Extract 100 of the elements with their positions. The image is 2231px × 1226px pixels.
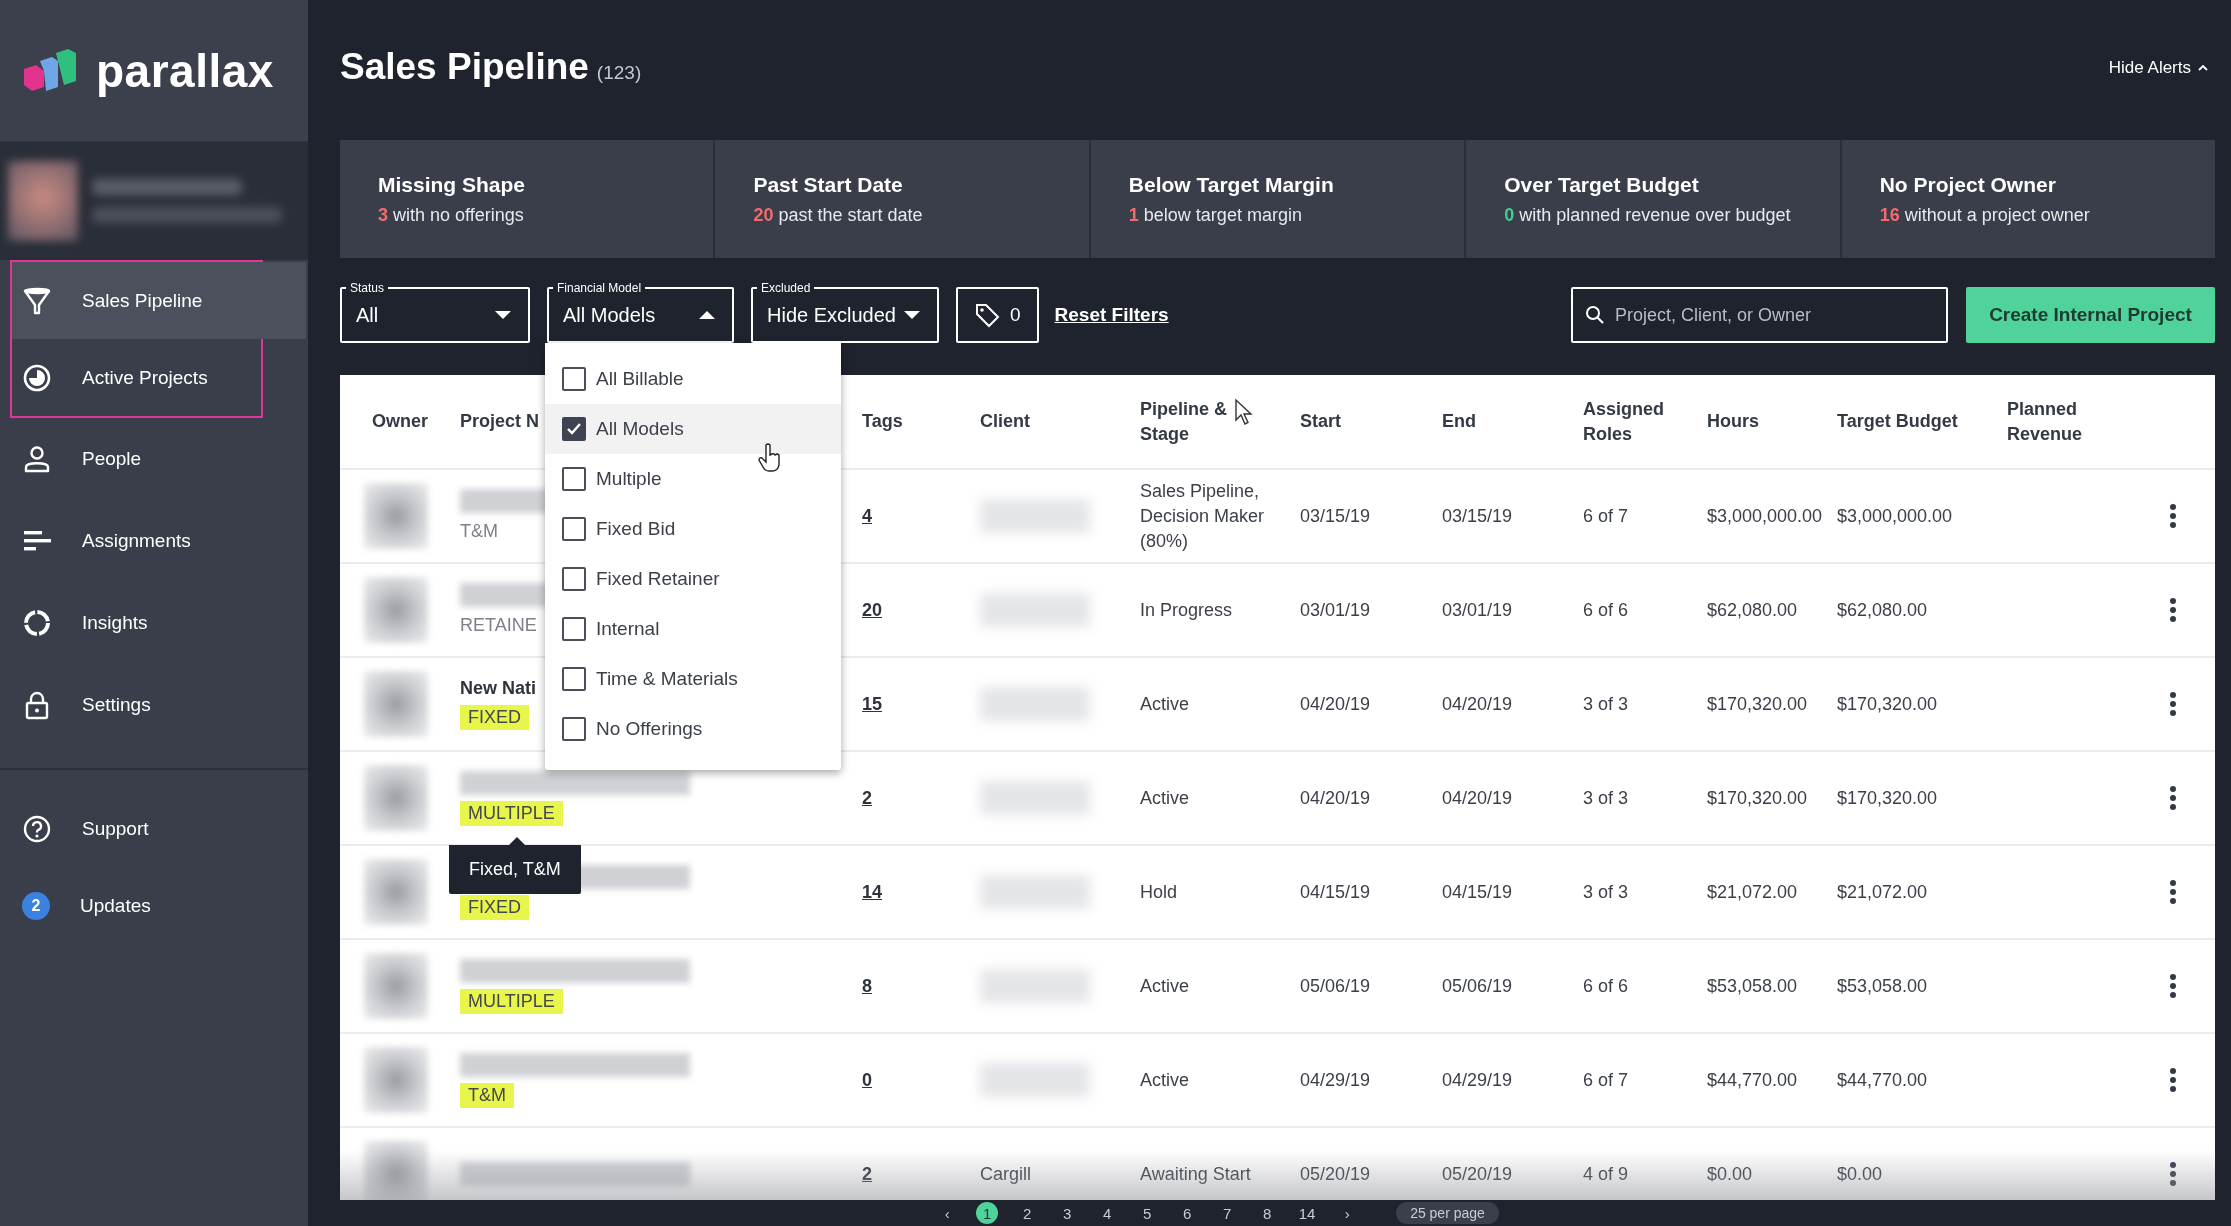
checkbox[interactable]	[562, 567, 586, 591]
table-cell-text: $21,072.00	[1837, 880, 1929, 904]
pie-chart-icon	[22, 362, 52, 393]
table-cell-text: $62,080.00	[1707, 598, 1799, 622]
filter-select[interactable]: Excluded Hide Excluded	[751, 281, 939, 343]
table-cell-text: 3 of 3	[1583, 880, 1630, 904]
menu-item[interactable]: Fixed Bid	[545, 504, 841, 554]
sidebar-item[interactable]: Insights	[0, 582, 308, 664]
create-project-button[interactable]: Create Internal Project	[1966, 287, 2215, 343]
tag-count-link[interactable]: 8	[862, 975, 872, 996]
tag-count-link[interactable]: 4	[862, 505, 872, 526]
checkbox[interactable]	[562, 467, 586, 491]
item-count: (123)	[596, 62, 642, 84]
page-button[interactable]: 7	[1216, 1202, 1239, 1224]
kebab-icon	[2169, 785, 2177, 811]
page-button[interactable]: 14	[1296, 1202, 1319, 1224]
table-cell-text: Active	[1140, 1068, 1191, 1092]
tag-count-link[interactable]: 14	[862, 881, 883, 902]
logo-text: parallax	[96, 43, 274, 98]
page-button[interactable]: 8	[1256, 1202, 1279, 1224]
kebab-icon	[2169, 503, 2177, 529]
column-header[interactable]: Target Budget	[1837, 409, 2007, 434]
sidebar-item[interactable]: Assignments	[0, 500, 308, 582]
kebab-icon	[2169, 879, 2177, 905]
search-field[interactable]: Project, Client, or Owner	[1571, 287, 1948, 343]
table-cell-text: 04/20/19	[1442, 692, 1514, 716]
model-tag: MULTIPLE	[460, 988, 563, 1014]
sidebar-item[interactable]: 2 Updates	[0, 867, 308, 944]
menu-item[interactable]: No Offerings	[545, 704, 841, 754]
menu-item[interactable]: Fixed Retainer	[545, 554, 841, 604]
column-header[interactable]: Tags	[862, 409, 980, 434]
page-button[interactable]: 2	[1016, 1202, 1039, 1224]
column-header[interactable]: Hours	[1707, 409, 1837, 434]
page-button[interactable]: 4	[1096, 1202, 1119, 1224]
reset-filters-link[interactable]: Reset Filters	[1054, 304, 1169, 326]
column-header[interactable]: End	[1442, 409, 1583, 434]
menu-item[interactable]: Internal	[545, 604, 841, 654]
alert-card[interactable]: No Project Owner 16 without a project owner	[1841, 140, 2216, 258]
sidebar-item[interactable]: Active Projects	[12, 339, 306, 416]
avatar	[364, 483, 428, 549]
next-page-button[interactable]: ›	[1336, 1202, 1359, 1224]
alert-card[interactable]: Missing Shape 3 with no offerings	[340, 140, 714, 258]
table-cell-text: $44,770.00	[1707, 1068, 1799, 1092]
alert-title: Past Start Date	[753, 172, 904, 197]
sidebar-item[interactable]: People	[0, 418, 308, 500]
checkbox[interactable]	[562, 667, 586, 691]
tag-count-link[interactable]: 2	[862, 787, 872, 808]
table-cell-text: 4 of 9	[1583, 1162, 1630, 1186]
sidebar-item[interactable]: Sales Pipeline	[12, 262, 306, 339]
checkbox[interactable]	[562, 417, 586, 441]
person-icon	[22, 444, 52, 474]
previous-page-button[interactable]: ‹	[936, 1202, 959, 1224]
page-button[interactable]: 6	[1176, 1202, 1199, 1224]
tag-count-link[interactable]: 15	[862, 693, 883, 714]
alert-card[interactable]: Below Target Margin 1 below target margin	[1090, 140, 1465, 258]
checkbox[interactable]	[562, 717, 586, 741]
menu-item[interactable]: All Models	[545, 404, 841, 454]
alert-text: 16 without a project owner	[1879, 204, 2091, 226]
alert-text: 0 with planned revenue over budget	[1504, 204, 1792, 226]
table-cell-text: 03/15/19	[1300, 504, 1372, 528]
menu-item[interactable]: All Billable	[545, 354, 841, 404]
column-header[interactable]: Owner	[340, 409, 460, 434]
table-cell-text: Awaiting Start	[1140, 1162, 1252, 1186]
alert-card[interactable]: Over Target Budget 0 with planned revenue over budget	[1466, 140, 1840, 258]
per-page-select[interactable]: 25 per page	[1396, 1202, 1499, 1224]
menu-item[interactable]: Time & Materials	[545, 654, 841, 704]
checkbox[interactable]	[562, 517, 586, 541]
chevron-up-icon	[2197, 62, 2209, 73]
hide-alerts-button[interactable]: Hide Alerts	[2102, 56, 2215, 84]
help-icon	[22, 813, 52, 844]
page-button[interactable]: 3	[1056, 1202, 1079, 1224]
column-header[interactable]: Client	[980, 409, 1140, 434]
sidebar-item[interactable]: Settings	[0, 664, 308, 746]
checkbox[interactable]	[562, 617, 586, 641]
table-cell-text: $0.00	[1707, 1162, 1754, 1186]
tag-count-link[interactable]: 20	[862, 599, 883, 620]
tooltip: Fixed, T&M	[449, 837, 581, 894]
checkbox[interactable]	[562, 367, 586, 391]
menu-item[interactable]: Multiple	[545, 454, 841, 504]
table-cell-text: $21,072.00	[1707, 880, 1799, 904]
table-cell-text: 05/06/19	[1300, 974, 1372, 998]
table-cell-text: Active	[1140, 786, 1191, 810]
column-header[interactable]: Pipeline & Stage	[1140, 396, 1300, 447]
avatar	[364, 765, 428, 831]
tag-count-link[interactable]: 2	[862, 1163, 872, 1184]
table-cell-text: 04/29/19	[1442, 1068, 1514, 1092]
table-cell-text: 04/29/19	[1300, 1068, 1372, 1092]
tag-filter-button[interactable]: 0	[956, 287, 1039, 343]
column-header[interactable]: Assigned Roles	[1583, 396, 1707, 447]
column-header[interactable]: Planned Revenue	[2007, 396, 2165, 447]
page-button[interactable]: 5	[1136, 1202, 1159, 1224]
column-header[interactable]: Start	[1300, 409, 1442, 434]
tag-count-link[interactable]: 0	[862, 1069, 872, 1090]
sidebar-item[interactable]: Support	[0, 790, 308, 867]
funnel-icon	[22, 285, 52, 316]
filter-select[interactable]: Status All	[340, 281, 530, 343]
page-button[interactable]: 1	[976, 1202, 999, 1224]
alert-card[interactable]: Past Start Date 20 past the start date	[715, 140, 1089, 258]
avatar	[364, 859, 428, 925]
table-cell-text: $53,058.00	[1707, 974, 1799, 998]
